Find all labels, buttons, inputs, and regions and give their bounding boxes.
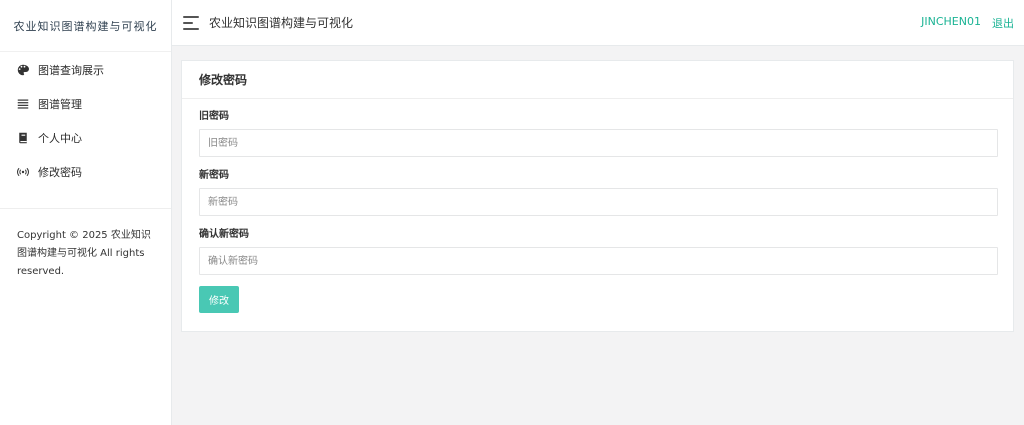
new-password-group: 新密码 (199, 170, 998, 216)
sidebar-nav: 图谱查询展示 图谱管理 个人中心 修改密码 (0, 52, 171, 189)
copyright-text: Copyright © 2025 农业知识图谱构建与可视化 All rights… (0, 208, 171, 281)
top-navbar: 农业知识图谱构建与可视化 JINCHEN01 退出 (172, 0, 1024, 46)
book-icon (16, 131, 30, 145)
sidebar-item-label: 修改密码 (38, 166, 82, 179)
old-password-input[interactable] (199, 129, 998, 157)
user-actions: JINCHEN01 退出 (921, 15, 1014, 31)
sidebar-item-label: 图谱查询展示 (38, 64, 104, 77)
menu-toggle-icon[interactable] (183, 15, 199, 30)
sidebar: 农业知识图谱构建与可视化 图谱查询展示 图谱管理 个人中心 修改密码 Copyr… (0, 0, 172, 425)
change-password-form: 旧密码 新密码 确认新密码 修改 (182, 99, 1013, 313)
confirm-password-group: 确认新密码 (199, 229, 998, 275)
new-password-label: 新密码 (199, 170, 229, 181)
list-icon (16, 97, 30, 111)
sidebar-item-personal-center[interactable]: 个人中心 (0, 121, 171, 155)
change-password-card: 修改密码 旧密码 新密码 确认新密码 修改 (181, 60, 1014, 332)
new-password-input[interactable] (199, 188, 998, 216)
sidebar-item-change-password[interactable]: 修改密码 (0, 155, 171, 189)
brand-logo[interactable]: 农业知识图谱构建与可视化 (0, 0, 171, 52)
username-link[interactable]: JINCHEN01 (921, 15, 981, 31)
logout-link[interactable]: 退出 (992, 15, 1014, 31)
confirm-password-input[interactable] (199, 247, 998, 275)
palette-icon (16, 63, 30, 77)
broadcast-icon (16, 165, 30, 179)
confirm-password-label: 确认新密码 (199, 229, 249, 240)
submit-button[interactable]: 修改 (199, 286, 239, 313)
sidebar-item-graph-manage[interactable]: 图谱管理 (0, 87, 171, 121)
page-header-title: 农业知识图谱构建与可视化 (209, 16, 354, 30)
old-password-label: 旧密码 (199, 111, 229, 122)
sidebar-item-label: 图谱管理 (38, 98, 82, 111)
old-password-group: 旧密码 (199, 111, 998, 157)
card-title: 修改密码 (182, 61, 1013, 99)
sidebar-item-graph-query[interactable]: 图谱查询展示 (0, 53, 171, 87)
sidebar-item-label: 个人中心 (38, 132, 82, 145)
